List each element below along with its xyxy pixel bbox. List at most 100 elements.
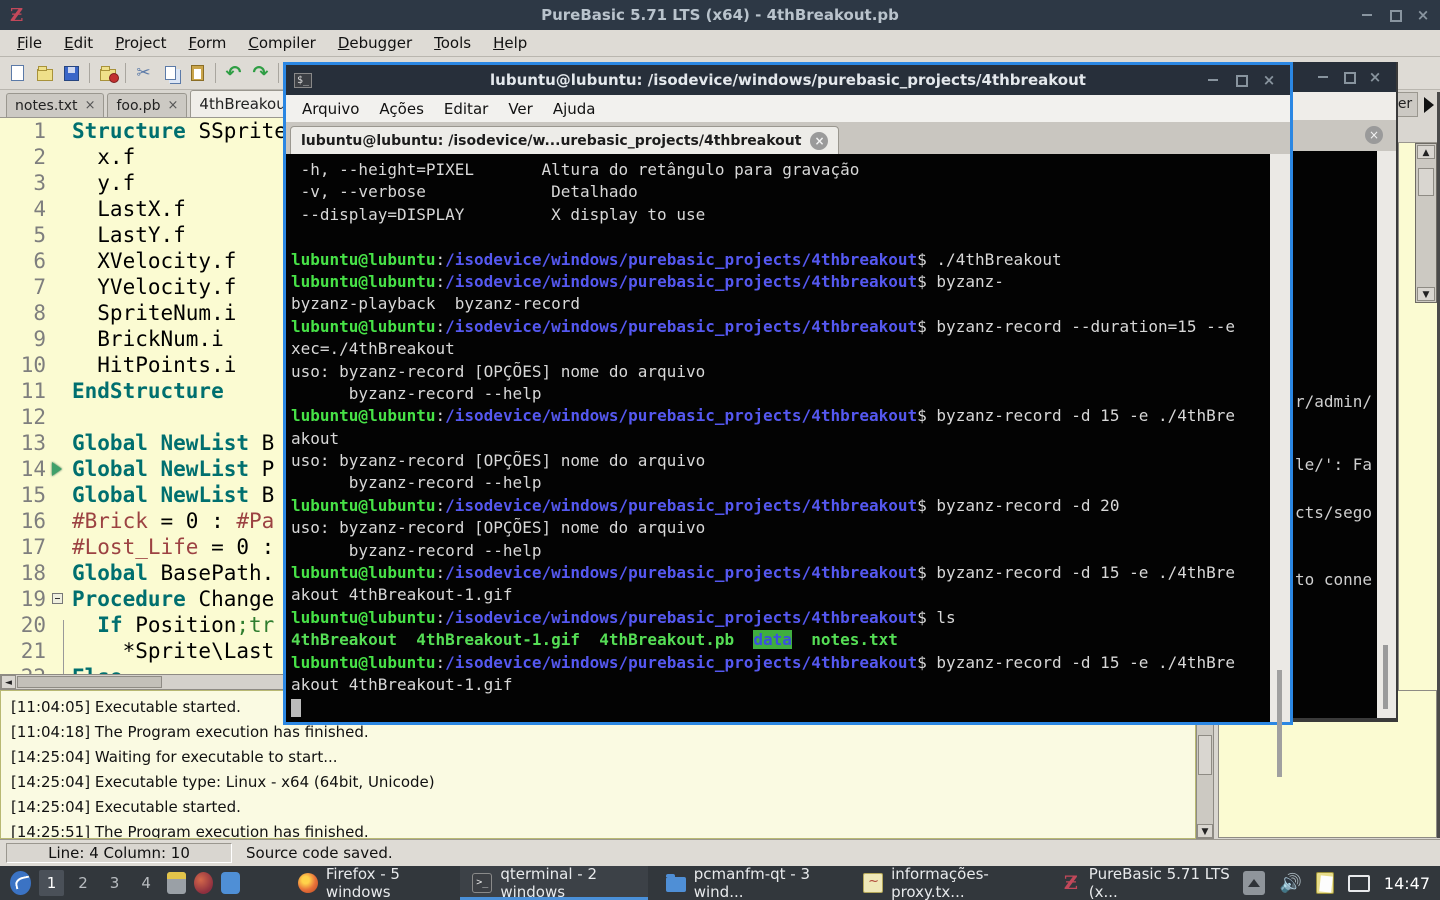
new-file-button[interactable]: [4, 60, 31, 86]
tab-close-icon[interactable]: ×: [168, 98, 179, 113]
terminal2-text-fragment: to conne: [1295, 570, 1373, 589]
terminal-close-button[interactable]: ×: [1262, 73, 1276, 88]
ide-close-button[interactable]: ×: [1416, 8, 1430, 23]
cut-icon: ✂: [136, 63, 151, 83]
copy-button[interactable]: [157, 60, 184, 86]
ide-menubar: File Edit Project Form Compiler Debugger Tools…: [0, 30, 1440, 57]
scroll-left-button[interactable]: ◄: [1, 675, 16, 689]
code-text: Structure SSprite: [72, 119, 287, 143]
lubuntu-menu-icon[interactable]: [10, 871, 31, 895]
terminal-restore-button[interactable]: [1234, 73, 1248, 87]
ide-statusbar: Line: 4 Column: 10 Source code saved.: [0, 839, 1440, 866]
cut-button[interactable]: ✂: [130, 60, 157, 86]
background-terminal-window[interactable]: × × r/admin/le/': Fa cts/sego to conne: [1293, 62, 1398, 722]
clock[interactable]: 14:47: [1384, 874, 1430, 893]
clipboard-icon[interactable]: [1315, 872, 1334, 894]
menu-debugger[interactable]: Debugger: [329, 32, 421, 54]
terminal2-minimize-button[interactable]: [1316, 70, 1330, 84]
taskbar-item-purebasic[interactable]: Ƶ PureBasic 5.71 LTS (x...: [1049, 865, 1244, 900]
menu-tools[interactable]: Tools: [425, 32, 480, 54]
window-launcher-icon[interactable]: [220, 872, 240, 894]
close-file-icon: [99, 66, 119, 83]
taskbar-item-notepad[interactable]: informações-proxy.tx...: [851, 865, 1043, 900]
terminal-app-icon: $_: [294, 72, 312, 88]
redo-button[interactable]: ↷: [247, 60, 274, 86]
ide-restore-button[interactable]: [1388, 8, 1402, 22]
ide-titlebar[interactable]: Ƶ PureBasic 5.71 LTS (x64) - 4thBreakout…: [0, 0, 1440, 30]
taskbar-item-firefox[interactable]: Firefox - 5 windows: [286, 865, 454, 900]
close-file-button[interactable]: [94, 60, 121, 86]
terminal2-tab-close-icon[interactable]: ×: [1365, 126, 1383, 144]
paste-button[interactable]: [184, 60, 211, 86]
code-text: *Sprite\Last: [72, 639, 275, 663]
bg-scroll-up-button[interactable]: ▲: [1417, 145, 1435, 159]
terminal-minimize-button[interactable]: [1206, 73, 1220, 87]
toolbar-separator: [89, 63, 90, 83]
terminal-line: lubuntu@lubuntu:/isodevice/windows/pureb…: [291, 316, 1236, 336]
terminal-line: xec=./4thBreakout: [291, 339, 455, 359]
line-number: 7: [33, 275, 46, 299]
terminal-menu-ajuda[interactable]: Ajuda: [543, 98, 606, 120]
open-file-button[interactable]: [31, 60, 58, 86]
taskbar-item-terminal[interactable]: >_ qterminal - 2 windows: [460, 865, 648, 900]
archive-launcher-icon[interactable]: [166, 872, 186, 894]
display-icon[interactable]: [1347, 874, 1370, 892]
terminal-menu-ações[interactable]: Ações: [369, 98, 433, 120]
menu-help[interactable]: Help: [484, 32, 536, 54]
code-text: LastX.f: [72, 197, 186, 221]
terminal-output[interactable]: -h, --height=PIXEL Altura do retângulo p…: [286, 154, 1270, 722]
terminal-line: akout: [291, 428, 340, 448]
terminal2-output[interactable]: r/admin/le/': Fa cts/sego to conne: [1293, 151, 1377, 718]
workspace-3[interactable]: 3: [102, 870, 128, 896]
terminal2-titlebar[interactable]: ×: [1293, 62, 1396, 92]
taskbar-item-label: qterminal - 2 windows: [500, 865, 597, 900]
menu-project[interactable]: Project: [106, 32, 175, 54]
terminal2-close-button[interactable]: ×: [1368, 70, 1382, 85]
tab-notes.txt[interactable]: notes.txt ×: [6, 93, 105, 117]
terminal-menu-arquivo[interactable]: Arquivo: [292, 98, 369, 120]
tab-scroll-right-button[interactable]: [1419, 92, 1439, 117]
menu-form[interactable]: Form: [180, 32, 236, 54]
workspace-4[interactable]: 4: [133, 870, 159, 896]
menu-file[interactable]: File: [8, 32, 51, 54]
menu-compiler[interactable]: Compiler: [239, 32, 325, 54]
save-file-button[interactable]: [58, 60, 85, 86]
terminal-menu-ver[interactable]: Ver: [498, 98, 543, 120]
ide-minimize-button[interactable]: [1360, 8, 1374, 22]
code-text: y.f: [72, 171, 136, 195]
bg-scroll-down-button[interactable]: ▼: [1417, 287, 1435, 301]
firefox-launcher-icon[interactable]: [193, 872, 213, 894]
terminal2-scrollbar[interactable]: [1377, 151, 1396, 718]
terminal-scroll-thumb[interactable]: [1277, 670, 1282, 777]
terminal-titlebar[interactable]: $_ lubuntu@lubuntu: /isodevice/windows/p…: [286, 65, 1290, 95]
terminal-scrollbar[interactable]: [1270, 154, 1290, 777]
terminal-line: lubuntu@lubuntu:/isodevice/windows/pureb…: [291, 495, 1120, 515]
terminal2-restore-button[interactable]: [1342, 70, 1356, 84]
fold-minus-icon[interactable]: [52, 593, 63, 604]
menu-edit[interactable]: Edit: [55, 32, 102, 54]
line-number: 5: [33, 223, 46, 247]
bg-vscroll-thumb[interactable]: [1418, 168, 1434, 196]
log-scroll-down-button[interactable]: ▼: [1197, 824, 1213, 838]
workspace-2[interactable]: 2: [70, 870, 96, 896]
tab-foo.pb[interactable]: foo.pb ×: [107, 93, 188, 117]
qterminal-window[interactable]: $_ lubuntu@lubuntu: /isodevice/windows/p…: [283, 62, 1293, 777]
log-line: [14:25:04] Executable started.: [11, 798, 241, 816]
new-file-icon: [11, 65, 24, 81]
code-text: EndStructure: [72, 379, 224, 403]
background-vertical-scrollbar[interactable]: ▲ ▼: [1415, 143, 1437, 303]
terminal2-scroll-thumb[interactable]: [1383, 645, 1388, 709]
workspace-1[interactable]: 1: [38, 870, 65, 896]
background-editor-strip-2: [1398, 303, 1437, 690]
eject-icon[interactable]: [1243, 871, 1266, 895]
undo-button[interactable]: ↶: [220, 60, 247, 86]
editor-hscroll-thumb[interactable]: [17, 676, 162, 688]
terminal-menu-editar[interactable]: Editar: [434, 98, 498, 120]
taskbar-item-folder[interactable]: pcmanfm-qt - 3 wind...: [654, 865, 845, 900]
tab-close-icon[interactable]: ×: [85, 98, 96, 113]
terminal-line: lubuntu@lubuntu:/isodevice/windows/pureb…: [291, 607, 956, 627]
terminal-tab[interactable]: lubuntu@lubuntu: /isodevice/w...urebasic…: [290, 126, 840, 154]
volume-icon[interactable]: 🔊: [1279, 873, 1301, 894]
log-vscroll-thumb[interactable]: [1198, 735, 1212, 775]
terminal-tab-close-icon[interactable]: ×: [810, 131, 829, 150]
